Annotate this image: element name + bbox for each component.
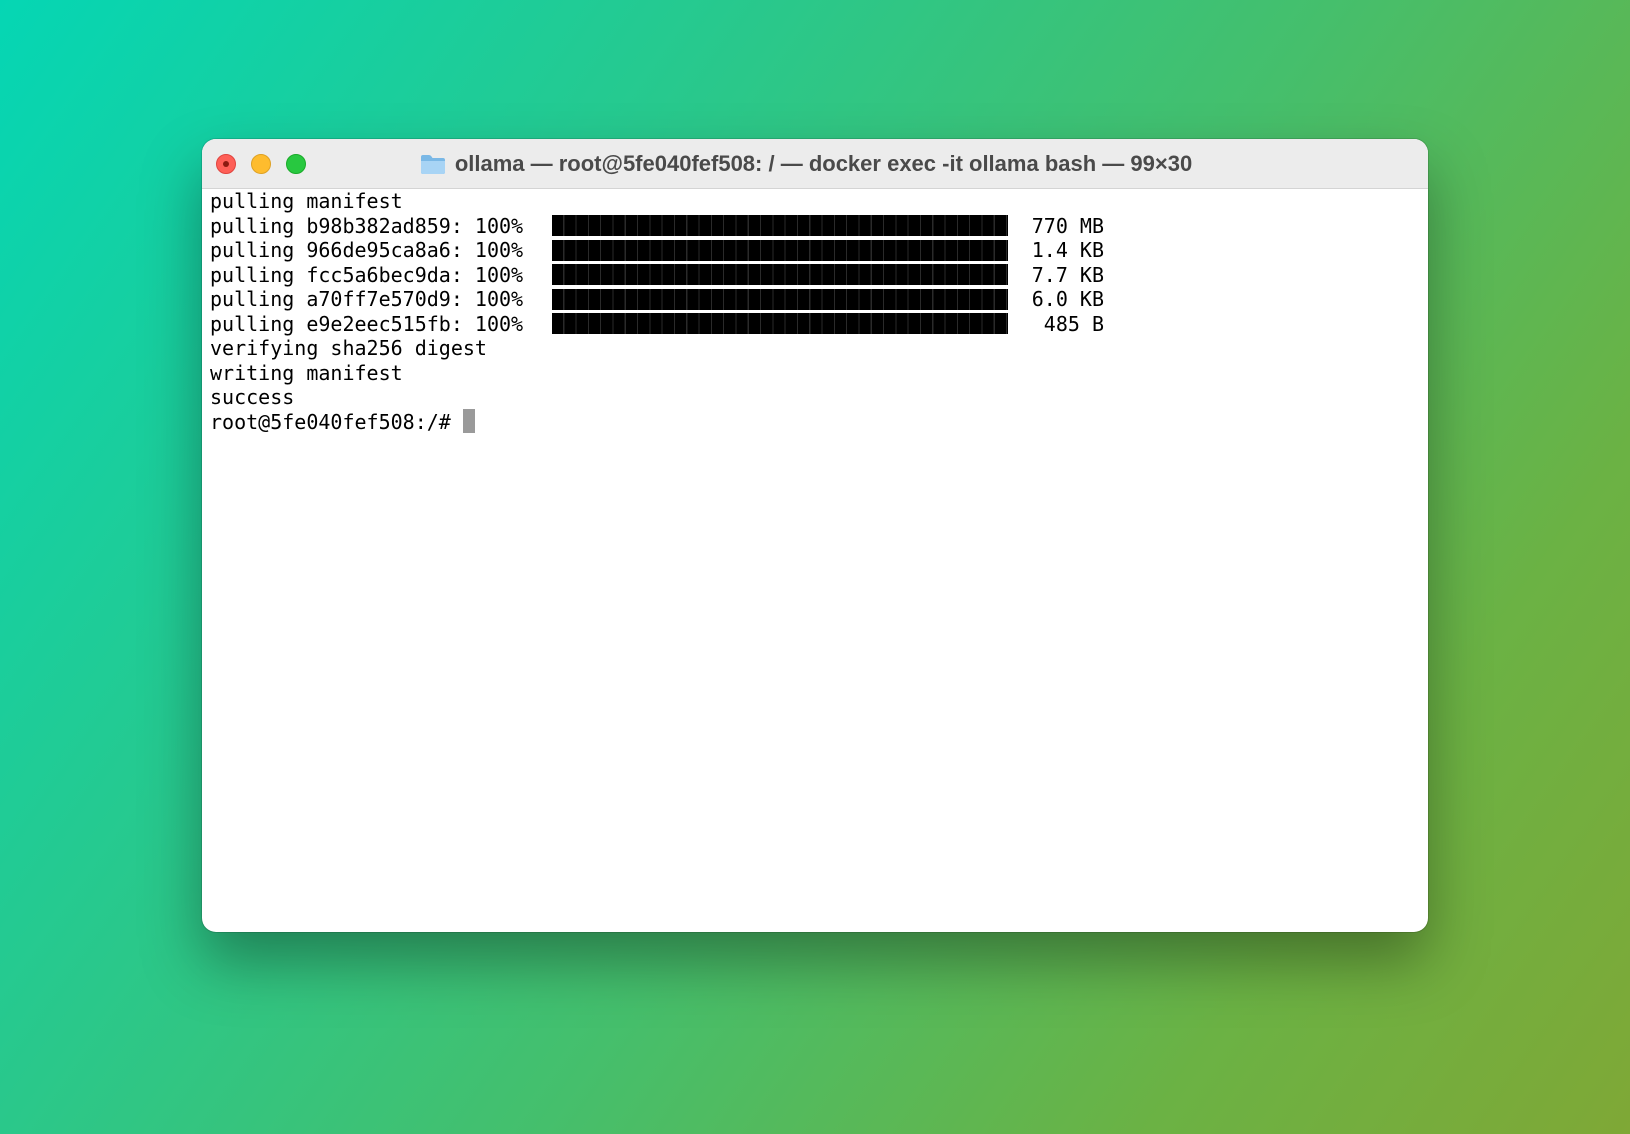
pull-size: 485 B <box>1043 311 1104 336</box>
pull-row: pulling b98b382ad859: 100% 770 MB <box>210 214 1428 239</box>
progress-bar <box>552 215 1008 237</box>
pull-label: pulling fcc5a6bec9da: 100% <box>210 262 524 287</box>
pull-size: 7.7 KB <box>1031 262 1104 287</box>
progress-bar <box>552 239 1008 261</box>
pull-row: pulling a70ff7e570d9: 100% 6.0 KB <box>210 287 1428 312</box>
terminal-line: writing manifest <box>210 360 403 385</box>
pull-row: pulling fcc5a6bec9da: 100% 7.7 KB <box>210 263 1428 288</box>
terminal-line: success <box>210 385 295 409</box>
shell-prompt: root@5fe040fef508:/# <box>210 409 451 434</box>
pull-size: 770 MB <box>1031 213 1104 238</box>
pull-row: pulling 966de95ca8a6: 100% 1.4 KB <box>210 238 1428 263</box>
terminal-line: pulling manifest <box>210 189 403 213</box>
progress-bar <box>552 264 1008 286</box>
pull-label: pulling 966de95ca8a6: 100% <box>210 238 524 262</box>
pull-size: 1.4 KB <box>1031 238 1104 262</box>
window-title: ollama — root@5fe040fef508: / — docker e… <box>454 150 1193 176</box>
pull-label: pulling a70ff7e570d9: 100% <box>210 287 524 311</box>
pull-size: 6.0 KB <box>1031 287 1104 311</box>
progress-bar <box>552 313 1008 335</box>
terminal-line: verifying sha256 digest <box>210 336 487 360</box>
terminal-window: ollama — root@5fe040fef508: / — docker e… <box>202 139 1428 932</box>
terminal-content[interactable]: pulling manifest pulling b98b382ad859: 1… <box>210 189 1428 932</box>
pull-label: pulling e9e2eec515fb: 100% <box>210 311 524 336</box>
folder-icon <box>420 154 445 174</box>
pull-label: pulling b98b382ad859: 100% <box>210 213 524 238</box>
prompt-line[interactable]: root@5fe040fef508:/# <box>210 409 1428 435</box>
title-bar[interactable]: ollama — root@5fe040fef508: / — docker e… <box>202 139 1428 189</box>
pull-row: pulling e9e2eec515fb: 100% 485 B <box>210 312 1428 337</box>
text-cursor <box>462 409 475 433</box>
progress-bar <box>552 288 1008 310</box>
